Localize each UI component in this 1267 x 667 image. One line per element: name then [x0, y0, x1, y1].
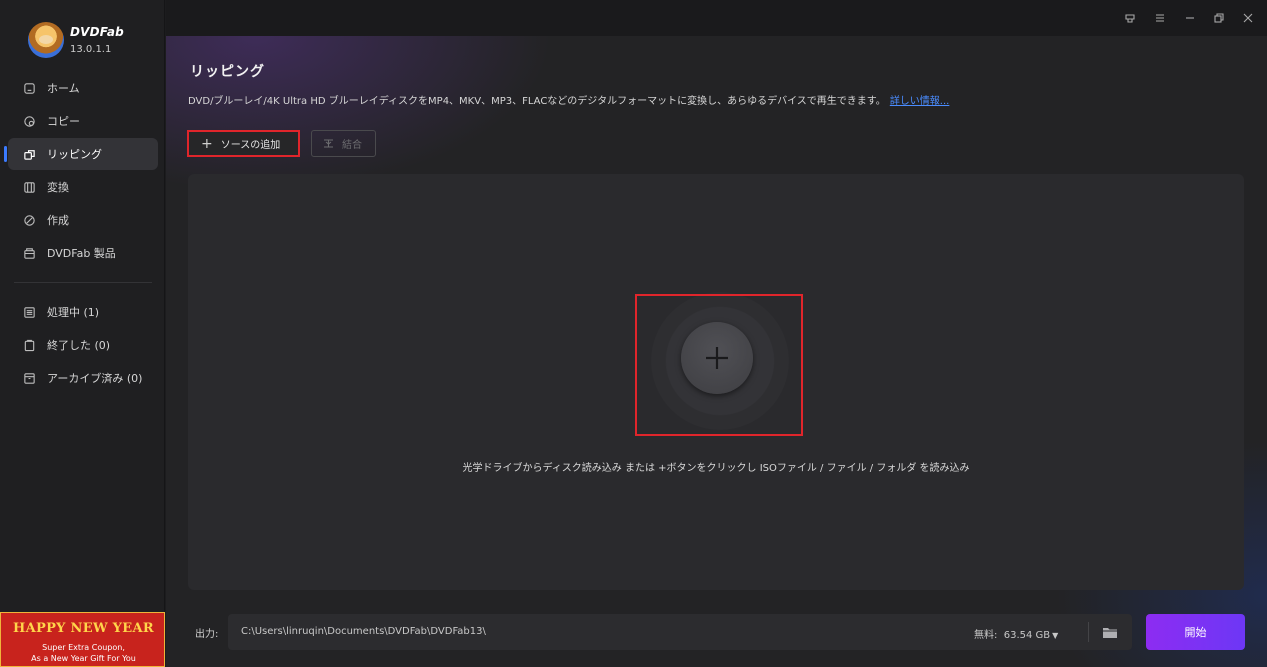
creator-icon	[22, 213, 36, 227]
sidebar-divider	[14, 282, 152, 283]
app-name: DVDFab	[70, 25, 124, 39]
sidebar-item-finished[interactable]: 終了した (0)	[8, 329, 158, 361]
sidebar-item-copy[interactable]: コピー	[8, 105, 158, 137]
free-space-value: 63.54 GB	[1003, 630, 1051, 641]
sidebar-item-archive[interactable]: アーカイブ済み (0)	[8, 362, 158, 394]
minimize-icon[interactable]	[1182, 10, 1198, 26]
convert-icon	[22, 180, 36, 194]
promo-line-1: Super Extra Coupon,	[42, 643, 125, 652]
products-icon	[22, 246, 36, 260]
archive-icon	[22, 371, 36, 385]
more-info-link[interactable]: 詳しい情報...	[890, 96, 950, 107]
page-title: リッピング	[190, 64, 265, 80]
restore-icon[interactable]	[1211, 10, 1227, 26]
close-icon[interactable]	[1240, 10, 1256, 26]
app-version: 13.0.1.1	[70, 44, 112, 55]
output-separator	[1088, 622, 1089, 642]
processing-icon	[22, 305, 36, 319]
free-space-dropdown[interactable]: 無料: 63.54 GB ▼	[974, 626, 1058, 641]
sidebar-item-processing[interactable]: 処理中 (1)	[8, 296, 158, 328]
ripper-icon	[22, 147, 36, 161]
dvdfab-logo	[28, 22, 64, 58]
folder-icon[interactable]	[1100, 622, 1120, 642]
sidebar-item-label: コピー	[47, 115, 80, 128]
sidebar-item-label: リッピング	[47, 148, 102, 161]
page-description: DVD/ブルーレイ/4K Ultra HD ブルーレイディスクをMP4、MKV、…	[188, 92, 949, 107]
sidebar-item-label: 変換	[47, 181, 69, 194]
sidebar-item-products[interactable]: DVDFab 製品	[8, 237, 158, 269]
add-source-label: ソースの追加	[220, 140, 281, 151]
sidebar-item-creator[interactable]: 作成	[8, 204, 158, 236]
add-file-highlight	[635, 294, 803, 436]
sidebar-item-ripper[interactable]: リッピング	[4, 138, 158, 170]
start-button[interactable]: 開始	[1146, 614, 1245, 650]
sidebar-item-label: 作成	[47, 214, 69, 227]
menu-icon[interactable]	[1152, 10, 1168, 26]
free-space-label: 無料:	[974, 630, 998, 641]
sidebar: DVDFab 13.0.1.1 ホーム コピー リッピング 変換 作成 DVDF…	[0, 0, 165, 667]
merge-icon	[323, 138, 334, 149]
copy-icon	[22, 114, 36, 128]
description-text: DVD/ブルーレイ/4K Ultra HD ブルーレイディスクをMP4、MKV、…	[188, 96, 886, 107]
add-source-button[interactable]: + ソースの追加	[187, 130, 300, 157]
sidebar-item-label: DVDFab 製品	[47, 247, 116, 260]
promo-line-2: As a New Year Gift For You	[31, 654, 136, 663]
sidebar-item-label: 終了した (0)	[47, 339, 111, 352]
home-icon	[22, 81, 36, 95]
title-bar	[166, 0, 1267, 36]
sidebar-item-label: ホーム	[47, 82, 80, 95]
skin-icon[interactable]	[1122, 10, 1138, 26]
finished-icon	[22, 338, 36, 352]
brand: DVDFab 13.0.1.1	[28, 22, 124, 58]
sidebar-item-label: アーカイブ済み (0)	[47, 372, 143, 385]
caret-down-icon: ▼	[1052, 631, 1059, 640]
main-panel: リッピング DVD/ブルーレイ/4K Ultra HD ブルーレイディスクをMP…	[166, 36, 1267, 667]
sidebar-nav: ホーム コピー リッピング 変換 作成 DVDFab 製品 処理中 (1) 終了…	[4, 72, 158, 395]
drop-area[interactable]: 光学ドライブからディスク読み込み または +ボタンをクリックし ISOファイル …	[188, 174, 1244, 590]
drop-hint: 光学ドライブからディスク読み込み または +ボタンをクリックし ISOファイル …	[462, 463, 970, 474]
plus-icon: +	[201, 135, 213, 152]
promo-banner[interactable]: HAPPY NEW YEAR Super Extra Coupon, As a …	[0, 612, 165, 667]
output-path: C:\Users\linruqin\Documents\DVDFab\DVDFa…	[241, 626, 486, 637]
merge-button[interactable]: 結合	[311, 130, 376, 157]
sidebar-item-convert[interactable]: 変換	[8, 171, 158, 203]
output-path-field[interactable]: C:\Users\linruqin\Documents\DVDFab\DVDFa…	[228, 614, 1132, 650]
promo-title: HAPPY NEW YEAR	[13, 621, 154, 636]
sidebar-item-label: 処理中 (1)	[47, 306, 100, 319]
sidebar-item-home[interactable]: ホーム	[8, 72, 158, 104]
merge-label: 結合	[342, 140, 362, 151]
output-label: 出力:	[195, 629, 219, 640]
